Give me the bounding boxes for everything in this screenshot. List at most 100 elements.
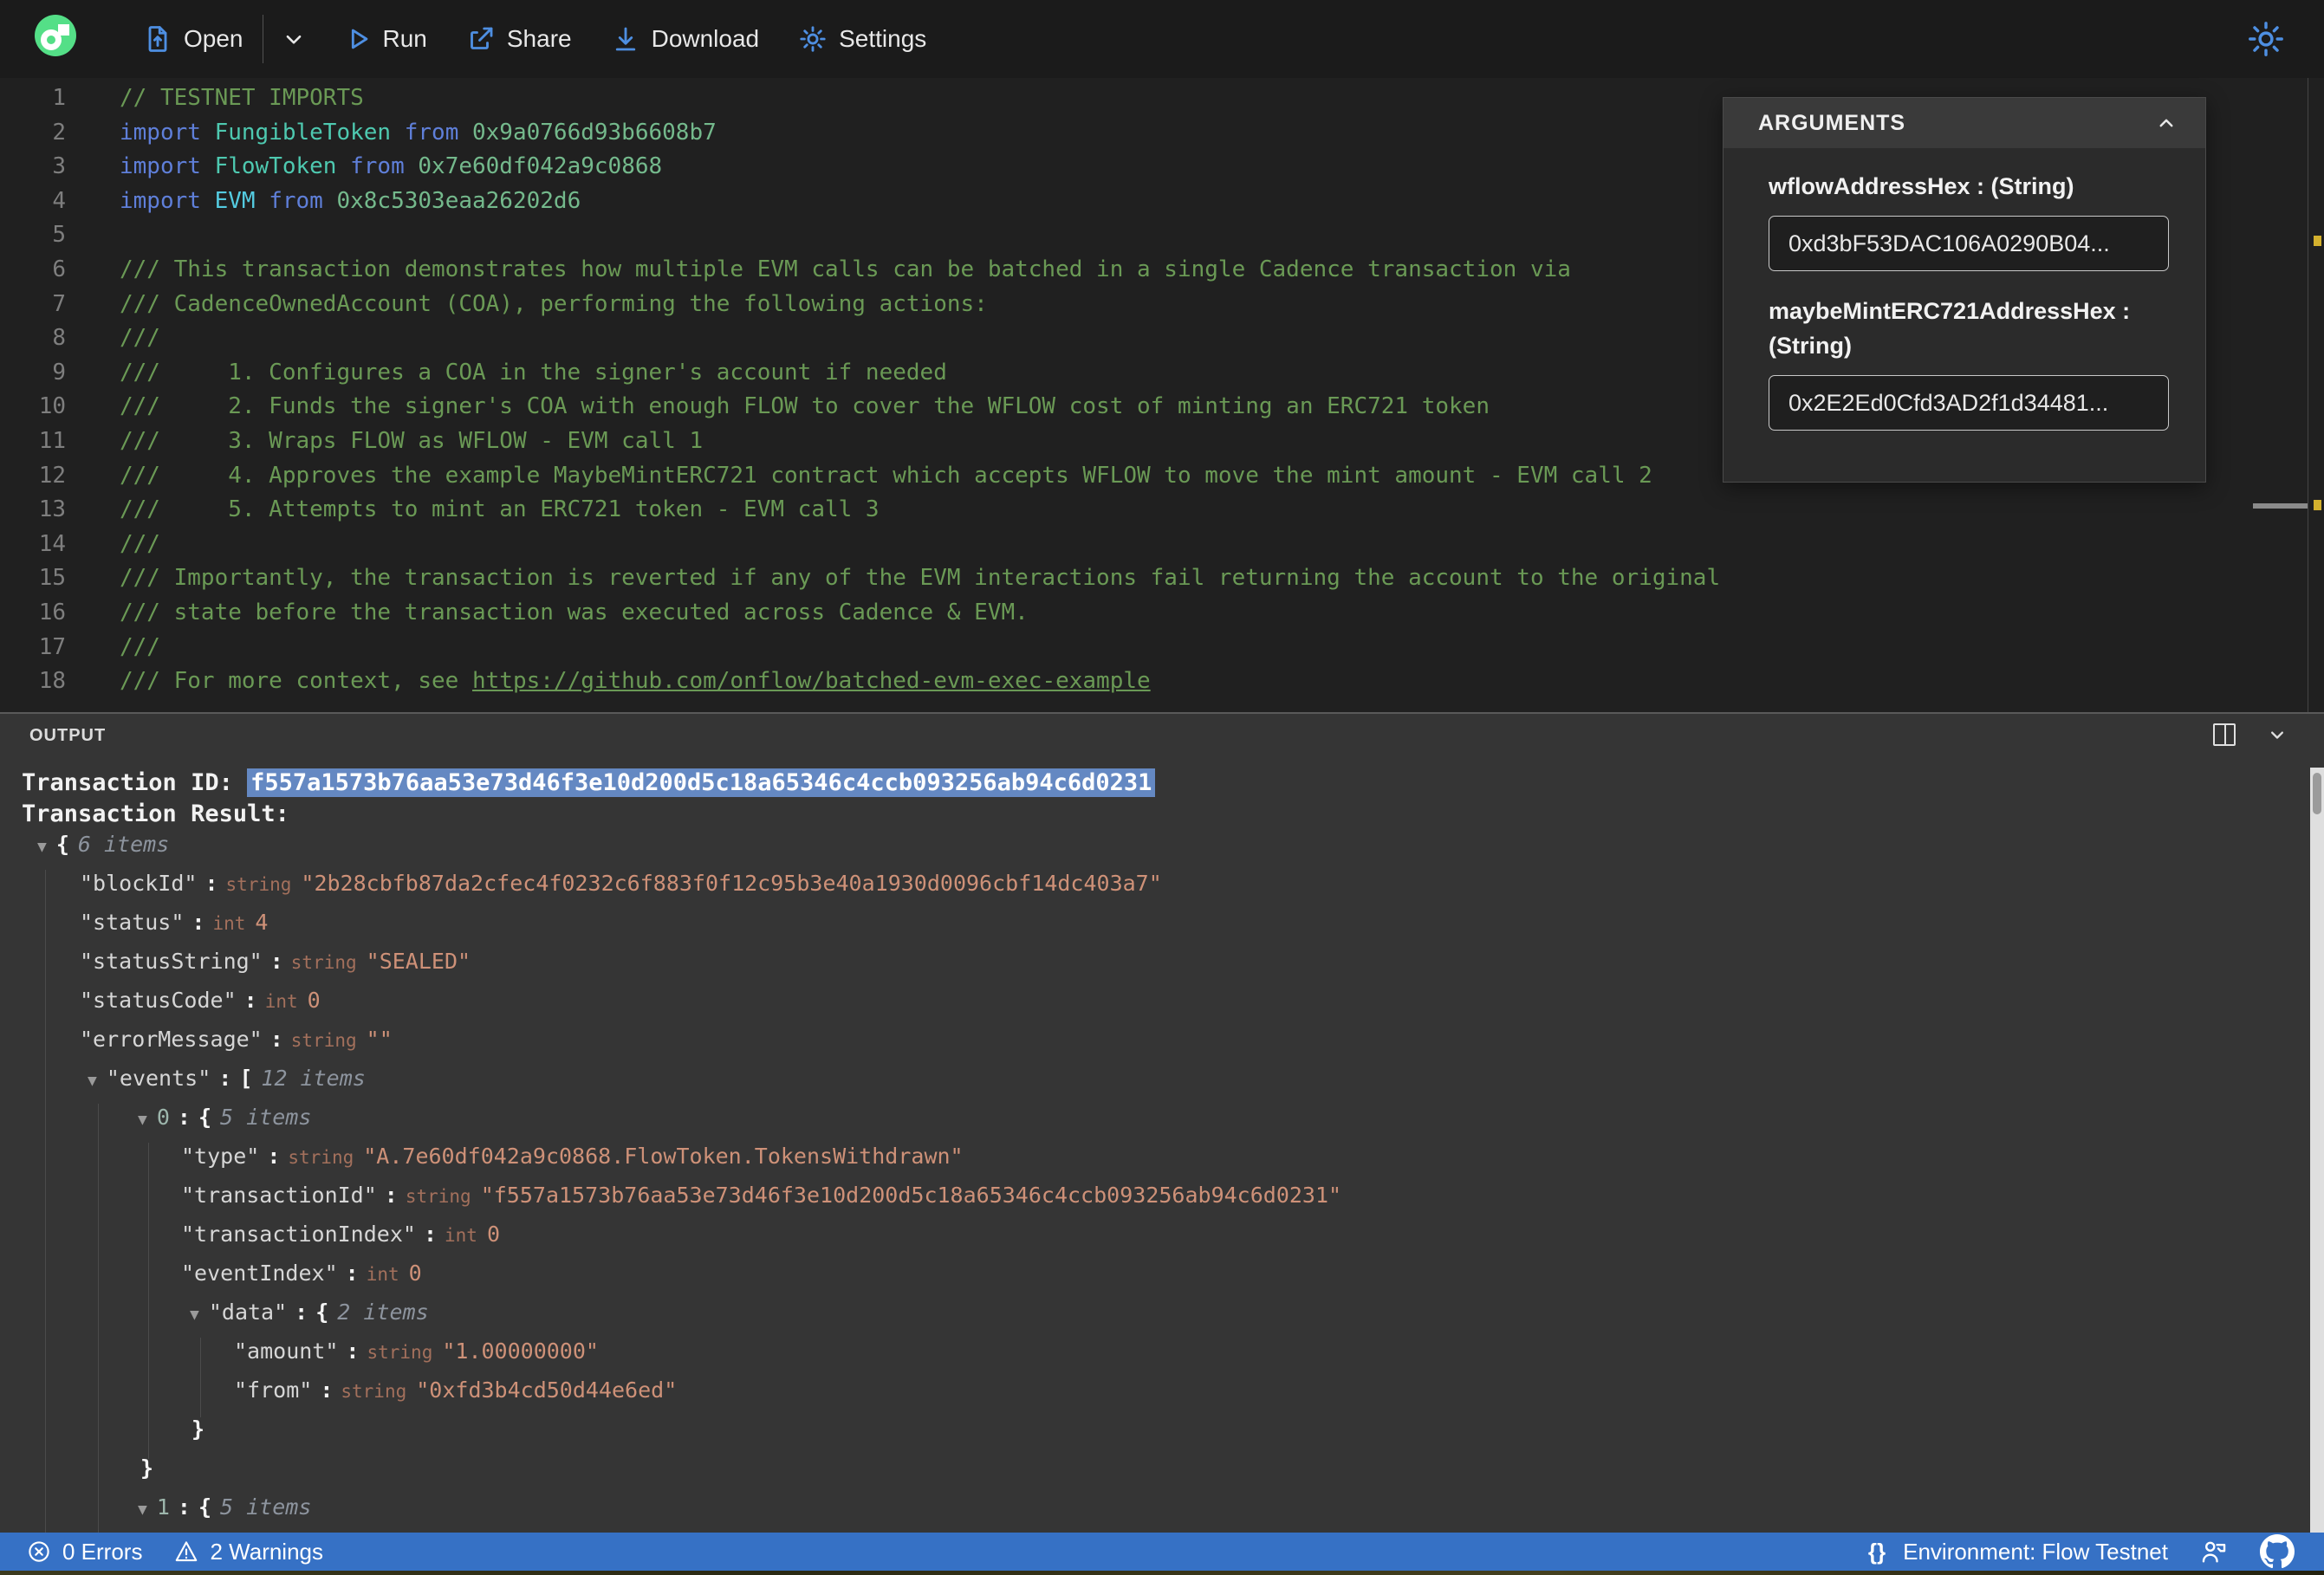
output-scrollbar-track[interactable] <box>2310 768 2324 1533</box>
json-type-label: int <box>212 913 246 934</box>
comment-text: /// For more context, see <box>120 668 472 695</box>
json-key: "statusCode" <box>80 988 237 1013</box>
comment-text: /// 3. Wraps FLOW as WFLOW - EVM call 1 <box>120 427 704 454</box>
expand-toggle-icon[interactable]: ▼ <box>37 838 47 856</box>
json-colon: : <box>346 1338 360 1364</box>
github-icon <box>2260 1534 2295 1569</box>
chevron-up-icon[interactable] <box>2153 110 2179 136</box>
comment-text: /// CadenceOwnedAccount (COA), performin… <box>120 290 988 317</box>
person-feedback-icon <box>2202 1541 2226 1563</box>
code-text: import FlowToken from 0x7e60df042a9c0868 <box>66 150 662 185</box>
json-string-value: "A.7e60df042a9c0868.FlowToken.TokensWith… <box>363 1144 964 1169</box>
download-button[interactable]: Download <box>610 23 759 55</box>
json-tree-view: ▼ {6 items "blockId": string "2b28cbfb87da2c… <box>0 825 2288 1533</box>
line-number: 10 <box>38 393 66 420</box>
code-link[interactable]: https://github.com/onflow/batched-evm-ex… <box>472 668 1151 694</box>
json-colon: : <box>218 1066 232 1091</box>
expand-toggle-icon[interactable]: ▼ <box>88 1072 97 1090</box>
code-line[interactable]: 14 /// <box>0 528 2324 562</box>
json-colon: : <box>177 1105 191 1130</box>
json-brace: [ <box>239 1066 253 1091</box>
line-number: 5 <box>52 222 66 249</box>
split-panel-icon[interactable] <box>2213 723 2236 746</box>
warning-marker <box>2314 500 2321 510</box>
code-line[interactable]: 17 /// <box>0 631 2324 665</box>
json-string-value: "SEALED" <box>366 949 471 974</box>
comment-text: /// 5. Attempts to mint an ERC721 token … <box>120 496 880 523</box>
warnings-status[interactable]: 2 Warnings <box>173 1539 323 1565</box>
run-button[interactable]: Run <box>343 24 427 54</box>
github-link[interactable] <box>2260 1534 2295 1569</box>
arguments-panel-header[interactable]: ARGUMENTS <box>1724 98 2205 148</box>
line-number: 16 <box>38 599 66 625</box>
line-number: 8 <box>52 325 66 352</box>
json-row: "statusString": string "SEALED" <box>0 942 2288 981</box>
settings-button[interactable]: Settings <box>797 23 926 55</box>
run-button-label: Run <box>382 25 427 52</box>
json-type-label: string <box>290 952 357 973</box>
argument-input-maybeMintERC721AddressHex[interactable] <box>1769 375 2169 431</box>
code-line[interactable]: 18 /// For more context, see https://gith… <box>0 664 2324 699</box>
argument-label-maybeMintERC721AddressHex: maybeMintERC721AddressHex : (String) <box>1769 298 2131 359</box>
comment-text: /// 2. Funds the signer's COA with enoug… <box>120 393 1490 420</box>
json-row: } <box>0 1410 2288 1449</box>
json-row: "amount": string "1.00000000" <box>0 1332 2288 1371</box>
theme-toggle-button[interactable] <box>2246 19 2286 63</box>
json-int-value: 4 <box>255 910 269 935</box>
share-button-label: Share <box>506 25 572 52</box>
line-number: 15 <box>38 565 66 592</box>
code-line[interactable]: 16 /// state before the transaction was e… <box>0 596 2324 631</box>
json-key: "status" <box>80 910 185 935</box>
expand-toggle-icon[interactable]: ▼ <box>190 1306 199 1324</box>
json-brace: } <box>192 1416 205 1442</box>
json-brace: { <box>198 1105 212 1130</box>
json-items-count: 12 items <box>261 1066 366 1091</box>
open-dropdown-button[interactable] <box>279 24 308 54</box>
json-type-label: string <box>405 1186 471 1207</box>
json-key: "errorMessage" <box>80 1027 263 1052</box>
code-text: /// 4. Approves the example MaybeMintERC… <box>66 459 1652 494</box>
type-name: FungibleToken <box>214 119 392 146</box>
json-type-label: string <box>367 1342 433 1363</box>
json-colon: : <box>384 1183 398 1208</box>
json-type-label: int <box>366 1264 399 1285</box>
code-line[interactable]: 13 /// 5. Attempts to mint an ERC721 toke… <box>0 493 2324 528</box>
argument-input-wflowAddressHex[interactable] <box>1769 216 2169 271</box>
comment-text: /// <box>120 530 160 557</box>
editor-scrollbar-thumb[interactable] <box>2253 503 2308 509</box>
code-text: /// CadenceOwnedAccount (COA), performin… <box>66 288 988 322</box>
errors-status[interactable]: 0 Errors <box>26 1539 142 1565</box>
keyword-text: import <box>120 153 215 180</box>
feedback-button[interactable] <box>2199 1537 2229 1566</box>
code-text: /// 2. Funds the signer's COA with enoug… <box>66 390 1490 425</box>
json-row: "eventIndex": int 0 <box>0 1254 2288 1293</box>
code-line[interactable]: 15 /// Importantly, the transaction is re… <box>0 561 2324 596</box>
output-panel-title: OUTPUT <box>29 726 107 745</box>
type-name: EVM <box>214 187 256 214</box>
json-colon: : <box>345 1261 359 1286</box>
comment-text: /// 4. Approves the example MaybeMintERC… <box>120 462 1652 489</box>
json-brace: { <box>198 1494 212 1520</box>
download-icon <box>615 27 635 51</box>
expand-toggle-icon[interactable]: ▼ <box>138 1111 147 1129</box>
comment-text: /// state before the transaction was exe… <box>120 599 1029 625</box>
json-colon: : <box>243 988 257 1013</box>
collapse-output-chevron-icon[interactable] <box>2265 723 2289 747</box>
share-button[interactable]: Share <box>465 23 572 55</box>
line-number: 4 <box>52 187 66 214</box>
json-colon: : <box>423 1222 437 1247</box>
expand-toggle-icon[interactable]: ▼ <box>138 1500 147 1519</box>
keyword-text: from <box>255 187 337 214</box>
json-key: "eventIndex" <box>181 1261 338 1286</box>
chevron-down-icon <box>286 35 301 44</box>
output-scrollbar-thumb[interactable] <box>2313 773 2321 814</box>
json-colon: : <box>177 1494 191 1520</box>
warnings-count-label: 2 Warnings <box>210 1538 324 1565</box>
json-string-value: "1.00000000" <box>442 1338 599 1364</box>
comment-text: /// <box>120 325 160 352</box>
line-number: 12 <box>38 462 66 489</box>
json-int-value: 0 <box>486 1222 500 1247</box>
open-button[interactable]: Open <box>142 23 243 55</box>
line-number: 18 <box>38 668 66 695</box>
json-row: ▼ "data": {2 items <box>0 1293 2288 1332</box>
